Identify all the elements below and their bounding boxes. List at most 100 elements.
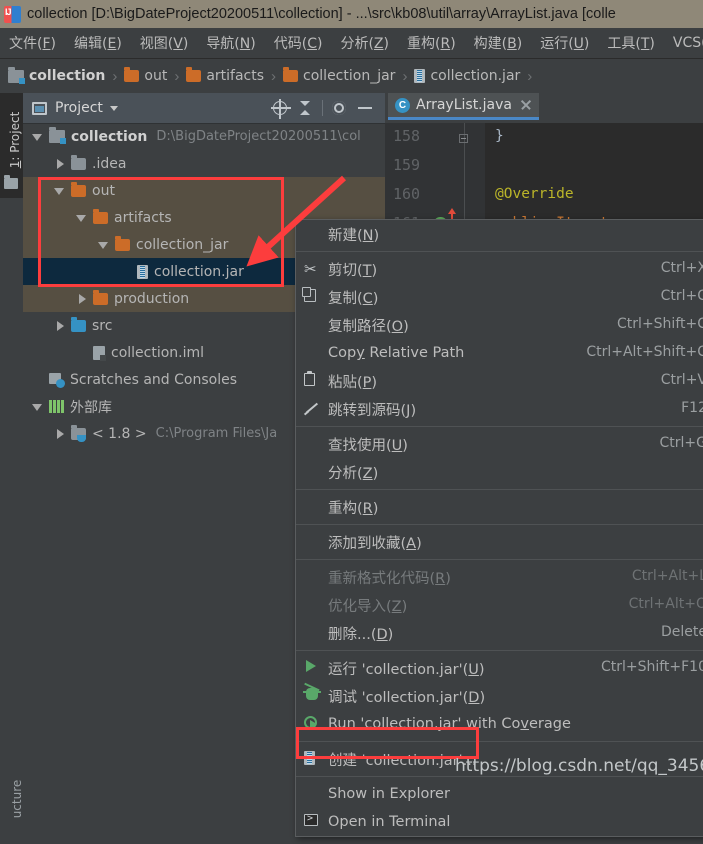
editor-tab-arraylist[interactable]: ArrayList.java [388,93,539,120]
tree-node-out[interactable]: out [23,177,385,204]
menu-item-粘贴[interactable]: 粘贴(P)Ctrl+V [296,367,703,395]
tree-node-label: artifacts [114,210,172,226]
close-icon[interactable] [520,99,532,111]
tree-twisty-closed-icon[interactable] [53,157,67,171]
breadcrumb: collection›out›artifacts›collection_jar›… [0,59,703,93]
collapse-all-button[interactable] [293,96,319,120]
menubar-item-4[interactable]: 代码(C) [265,31,332,55]
folder-blue-icon [71,320,86,332]
coverage-icon [304,716,317,729]
menu-item-copy-relative-path[interactable]: Copy Relative PathCtrl+Alt+Shift+C [296,339,703,367]
editor-tab-strip: ArrayList.java [385,93,703,123]
tree-node-label: < 1.8 > [92,426,147,442]
tree-node-path: C:\Program Files\Ja [156,426,278,441]
scissors-icon: ✂ [304,261,317,277]
locate-button[interactable] [267,96,293,120]
menu-item-跳转到源码[interactable]: 跳转到源码(J)F12 [296,395,703,423]
iml-file-icon [93,346,105,360]
tree-twisty-open-icon[interactable] [53,184,67,198]
code-line-158: 158} [385,123,703,152]
settings-button[interactable] [326,96,352,120]
tree-twisty-open-icon[interactable] [31,400,45,414]
menu-icon-slot [304,625,324,641]
menubar-item-2[interactable]: 视图(V) [131,31,198,55]
menubar-item-1[interactable]: 编辑(E) [65,31,131,55]
tree-twisty-closed-icon[interactable] [53,319,67,333]
java-class-icon [395,98,410,113]
fold-marker-icon[interactable] [459,134,468,143]
menubar-item-7[interactable]: 构建(B) [465,31,532,55]
tree-spacer [31,373,45,387]
menubar-item-10[interactable]: VCS(S [664,33,703,53]
tree-node-label: production [114,291,189,307]
menu-item-运行--collection-jar-[interactable]: 运行 'collection.jar'(U)Ctrl+Shift+F10 [296,654,703,682]
menu-item-label: 粘贴(P) [328,371,377,392]
tree-twisty-open-icon[interactable] [31,130,45,144]
menu-item-label: 添加到收藏(A) [328,532,422,553]
module-folder-icon [8,70,24,83]
menu-item-剪切[interactable]: ✂剪切(T)Ctrl+X [296,255,703,283]
menu-item-shortcut: Ctrl+Alt+L [632,568,703,584]
jdk-icon [71,428,86,440]
menubar-item-8[interactable]: 运行(U) [531,31,598,55]
menu-item-show-in-explorer[interactable]: Show in Explorer [296,780,703,808]
folder-icon [93,212,108,224]
breadcrumb-item-2[interactable]: artifacts [186,68,264,84]
menubar-item-5[interactable]: 分析(Z) [331,31,398,55]
tree-twisty-closed-icon[interactable] [53,427,67,441]
tree-node-label: collection_jar [136,237,228,253]
coverage-icon-slot [304,716,324,732]
project-view-icon [32,102,47,115]
menu-item-shortcut: F12 [681,400,703,416]
menubar-item-0[interactable]: 文件(F) [0,31,65,55]
folder-icon [283,70,298,82]
menu-item-分析[interactable]: 分析(Z) [296,458,703,486]
tree-node-label: Scratches and Consoles [70,372,237,388]
menu-item-shortcut: Ctrl+G [660,435,703,451]
breadcrumb-item-4[interactable]: collection.jar [414,68,520,84]
menu-item-新建[interactable]: 新建(N) [296,220,703,248]
tool-window-button-structure-label[interactable]: ucture [10,754,24,844]
breadcrumb-item-0[interactable]: collection [8,68,105,84]
menu-item-重构[interactable]: 重构(R) [296,493,703,521]
menu-item-查找使用[interactable]: 查找使用(U)Ctrl+G [296,430,703,458]
menu-item-run--collection-jar--with-coverage[interactable]: Run 'collection.jar' with Coverage [296,710,703,738]
line-number: 160 [393,185,433,203]
tool-window-button-project[interactable]: 1: Project [0,93,23,198]
menu-icon-slot [304,436,324,452]
line-number: 158 [393,127,433,145]
menu-separator [296,559,703,560]
menu-item-删除---[interactable]: 删除...(D)Delete [296,619,703,647]
menu-icon-slot [304,464,324,480]
tree-twisty-open-icon[interactable] [97,238,111,252]
menubar-item-9[interactable]: 工具(T) [598,31,664,55]
breadcrumb-item-label: collection.jar [430,68,520,84]
menubar-item-6[interactable]: 重构(R) [398,31,465,55]
scratches-icon [49,373,64,387]
tree-node--idea[interactable]: .idea [23,150,385,177]
menubar-item-3[interactable]: 导航(N) [197,31,264,55]
project-panel-title: Project [55,100,103,116]
menu-icon-slot [304,786,324,802]
menu-item-添加到收藏[interactable]: 添加到收藏(A) [296,528,703,556]
hide-panel-button[interactable] [352,96,378,120]
breadcrumb-item-label: collection_jar [303,68,395,84]
menu-icon-slot [304,569,324,585]
tree-node-collection[interactable]: collectionD:\BigDateProject20200511\col [23,123,385,150]
tree-twisty-closed-icon[interactable] [75,292,89,306]
menu-item-调试--collection-jar-[interactable]: 调试 'collection.jar'(D) [296,682,703,710]
menu-item-open-in-terminal[interactable]: Open in Terminal [296,808,703,836]
menu-item-复制路径[interactable]: 复制路径(O)Ctrl+Shift+C [296,311,703,339]
menu-item-label: 优化导入(Z) [328,595,407,616]
menu-item-shortcut: Ctrl+C [661,288,703,304]
breadcrumb-item-1[interactable]: out [124,68,167,84]
copy-icon [304,289,316,302]
intellij-idea-logo-icon [4,6,21,23]
tree-twisty-open-icon[interactable] [75,211,89,225]
locate-icon [273,101,287,115]
run-icon [306,660,316,672]
breadcrumb-item-3[interactable]: collection_jar [283,68,395,84]
copy-icon-slot [304,289,324,305]
chevron-down-icon[interactable] [110,106,118,111]
menu-item-复制[interactable]: 复制(C)Ctrl+C [296,283,703,311]
